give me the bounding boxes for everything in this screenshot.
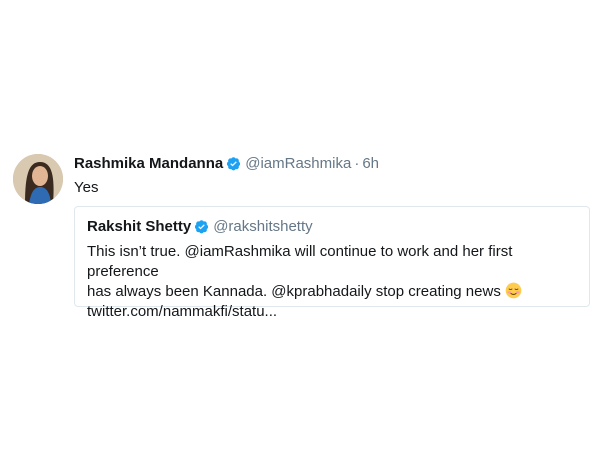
author-name[interactable]: Rashmika Mandanna — [74, 155, 223, 172]
quoted-text-line-2: has always been Kannada. @kprabhadaily s… — [87, 282, 577, 302]
author-handle[interactable]: @iamRashmika — [245, 155, 351, 172]
verified-badge-icon — [194, 219, 209, 240]
quoted-text-line-1: This isn’t true. @iamRashmika will conti… — [87, 243, 513, 280]
tweet-header: Rashmika Mandanna @iamRashmika · 6h — [74, 154, 593, 177]
quoted-author-handle[interactable]: @rakshitshetty — [213, 218, 312, 235]
quoted-text-line-2-text: has always been Kannada. @kprabhadaily s… — [87, 283, 501, 300]
separator-dot: · — [354, 155, 360, 172]
verified-badge-icon — [226, 156, 241, 177]
quoted-tweet-text: This isn’t true. @iamRashmika will conti… — [87, 242, 577, 322]
tweet-text: Yes — [74, 179, 99, 196]
relieved-face-emoji-icon — [505, 282, 522, 299]
avatar[interactable] — [13, 154, 63, 204]
quoted-tweet[interactable]: Rakshit Shetty @rakshitshetty This isn’t … — [74, 206, 590, 320]
quoted-tweet-header: Rakshit Shetty @rakshitshetty — [87, 217, 577, 240]
quoted-author-name[interactable]: Rakshit Shetty — [87, 218, 191, 235]
tweet-timestamp[interactable]: 6h — [362, 155, 379, 172]
quoted-tweet-link[interactable]: twitter.com/nammakfi/statu... — [87, 302, 577, 322]
tweet-content: Rashmika Mandanna @iamRashmika · 6h Yes Rak… — [74, 154, 593, 320]
